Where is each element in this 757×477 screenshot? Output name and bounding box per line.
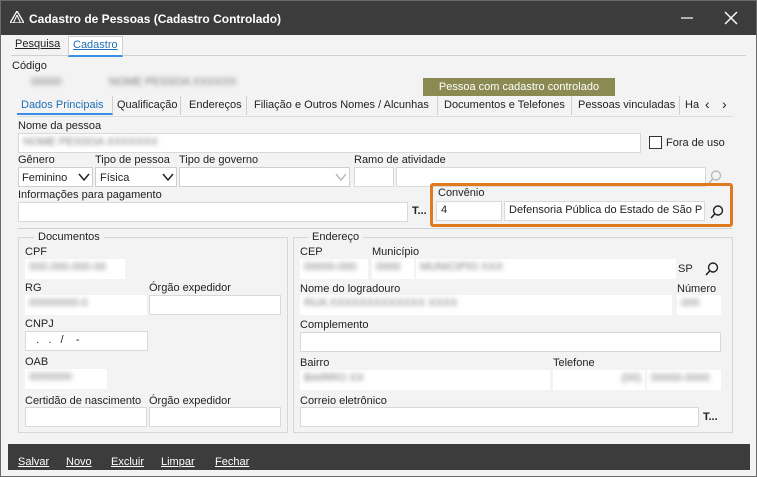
- subtab-qualificacao[interactable]: Qualificação: [113, 96, 181, 115]
- info-pagamento-expand-button[interactable]: T...: [412, 205, 427, 217]
- oab-label: OAB: [25, 356, 49, 368]
- subtab-pessoas-vinculadas[interactable]: Pessoas vinculadas: [574, 96, 680, 115]
- info-pagamento-input[interactable]: [18, 202, 408, 222]
- numero-input[interactable]: 000: [677, 295, 721, 315]
- genero-select[interactable]: Feminino: [18, 167, 93, 187]
- municipio-label: Município: [372, 246, 420, 258]
- tipo-governo-select[interactable]: [179, 167, 350, 187]
- tab-cadastro[interactable]: Cadastro: [68, 36, 123, 57]
- ramo-atividade-label: Ramo de atividade: [354, 154, 446, 166]
- complemento-input[interactable]: [300, 332, 721, 352]
- top-tabs: Pesquisa Cadastro: [11, 36, 746, 57]
- correio-input[interactable]: [300, 407, 699, 427]
- municipio-name-input[interactable]: MUNICIPIO XXX: [416, 259, 676, 279]
- bairro-input[interactable]: BAIRRO XX: [300, 370, 550, 390]
- orgao-expedidor-cert-label: Órgão expedidor: [149, 395, 231, 407]
- codigo-name: NOME PESSOA XXXXXX: [109, 76, 237, 88]
- subtab-filiacao[interactable]: Filiação e Outros Nomes / Alcunhas: [250, 96, 438, 115]
- tab-pesquisa[interactable]: Pesquisa: [15, 36, 60, 56]
- certidao-label: Certidão de nascimento: [25, 395, 142, 407]
- correio-label: Correio eletrônico: [300, 395, 387, 407]
- bairro-label: Bairro: [300, 357, 330, 369]
- nome-pessoa-label: Nome da pessoa: [18, 120, 102, 132]
- numero-label: Número: [677, 283, 717, 295]
- minimize-icon[interactable]: [673, 9, 701, 27]
- certidao-input[interactable]: [25, 407, 147, 427]
- chevron-down-icon: [162, 173, 174, 182]
- correio-expand-button[interactable]: T...: [703, 411, 718, 423]
- logradouro-label: Nome do logradouro: [300, 283, 401, 295]
- codigo-label: Código: [12, 60, 47, 72]
- cep-label: CEP: [300, 246, 323, 258]
- orgao-expedidor-rg-label: Órgão expedidor: [149, 282, 231, 294]
- subtab-documentos-telefones[interactable]: Documentos e Telefones: [440, 96, 572, 115]
- logradouro-input[interactable]: RUA XXXXXXXXXXXXX XXXX: [300, 295, 672, 315]
- municipio-code-input[interactable]: 0000: [372, 259, 414, 279]
- section-divider: [18, 228, 732, 229]
- fora-de-uso-label: Fora de uso: [666, 137, 725, 149]
- nome-pessoa-input[interactable]: NOME PESSOA XXXXXXX: [18, 133, 641, 153]
- rg-input[interactable]: 00000000-0: [25, 295, 147, 315]
- title-bar: Cadastro de Pessoas (Cadastro Controlado…: [1, 1, 756, 35]
- municipio-uf: SP: [678, 263, 693, 275]
- chevron-down-icon: [78, 173, 90, 182]
- telefone-ddd-input[interactable]: (00): [553, 370, 645, 390]
- oab-input[interactable]: 0000000: [25, 369, 107, 389]
- tipo-pessoa-label: Tipo de pessoa: [95, 154, 170, 166]
- cpf-label: CPF: [25, 246, 47, 258]
- genero-label: Gênero: [18, 154, 55, 166]
- rg-label: RG: [25, 282, 42, 294]
- cnpj-label: CNPJ: [25, 318, 54, 330]
- info-pagamento-label: Informações para pagamento: [18, 189, 162, 201]
- tipo-pessoa-select[interactable]: Física: [95, 167, 177, 187]
- fora-de-uso-checkbox[interactable]: [649, 136, 662, 149]
- cpf-input[interactable]: 000.000.000-00: [25, 259, 125, 279]
- subtab-next-icon[interactable]: ›: [722, 96, 727, 112]
- subtab-dados-principais[interactable]: Dados Principais: [17, 96, 113, 115]
- footer-toolbar: Salvar Novo Excluir Limpar Fechar: [8, 444, 750, 470]
- telefone-number-input[interactable]: 00000-0000: [647, 370, 721, 390]
- window: Cadastro de Pessoas (Cadastro Controlado…: [0, 0, 757, 477]
- controlled-badge: Pessoa com cadastro controlado: [423, 78, 615, 96]
- subtab-prev-icon[interactable]: ‹: [705, 96, 710, 112]
- window-title: Cadastro de Pessoas (Cadastro Controlado…: [29, 12, 282, 26]
- complemento-label: Complemento: [300, 319, 369, 331]
- subtab-enderecos[interactable]: Endereços: [185, 96, 247, 115]
- chevron-down-icon: [335, 173, 347, 182]
- tipo-governo-label: Tipo de governo: [179, 154, 259, 166]
- cep-input[interactable]: 00000-000: [300, 259, 368, 279]
- endereco-title: Endereço: [308, 231, 364, 243]
- documentos-title: Documentos: [34, 231, 104, 243]
- codigo-value: 00000: [31, 76, 62, 88]
- orgao-expedidor-rg-input[interactable]: [149, 295, 281, 315]
- convenio-highlight: [430, 183, 733, 227]
- app-logo-icon: [10, 11, 24, 23]
- ramo-atividade-code-input[interactable]: [354, 167, 394, 187]
- municipio-search-icon[interactable]: [704, 261, 720, 277]
- close-icon[interactable]: [717, 7, 745, 29]
- orgao-expedidor-cert-input[interactable]: [149, 407, 281, 427]
- sub-tabs: Dados Principais Qualificação Endereços …: [17, 96, 733, 117]
- telefone-label: Telefone: [553, 357, 595, 369]
- subtab-ha[interactable]: Ha: [681, 96, 703, 115]
- cnpj-input[interactable]: . . / -: [25, 331, 148, 351]
